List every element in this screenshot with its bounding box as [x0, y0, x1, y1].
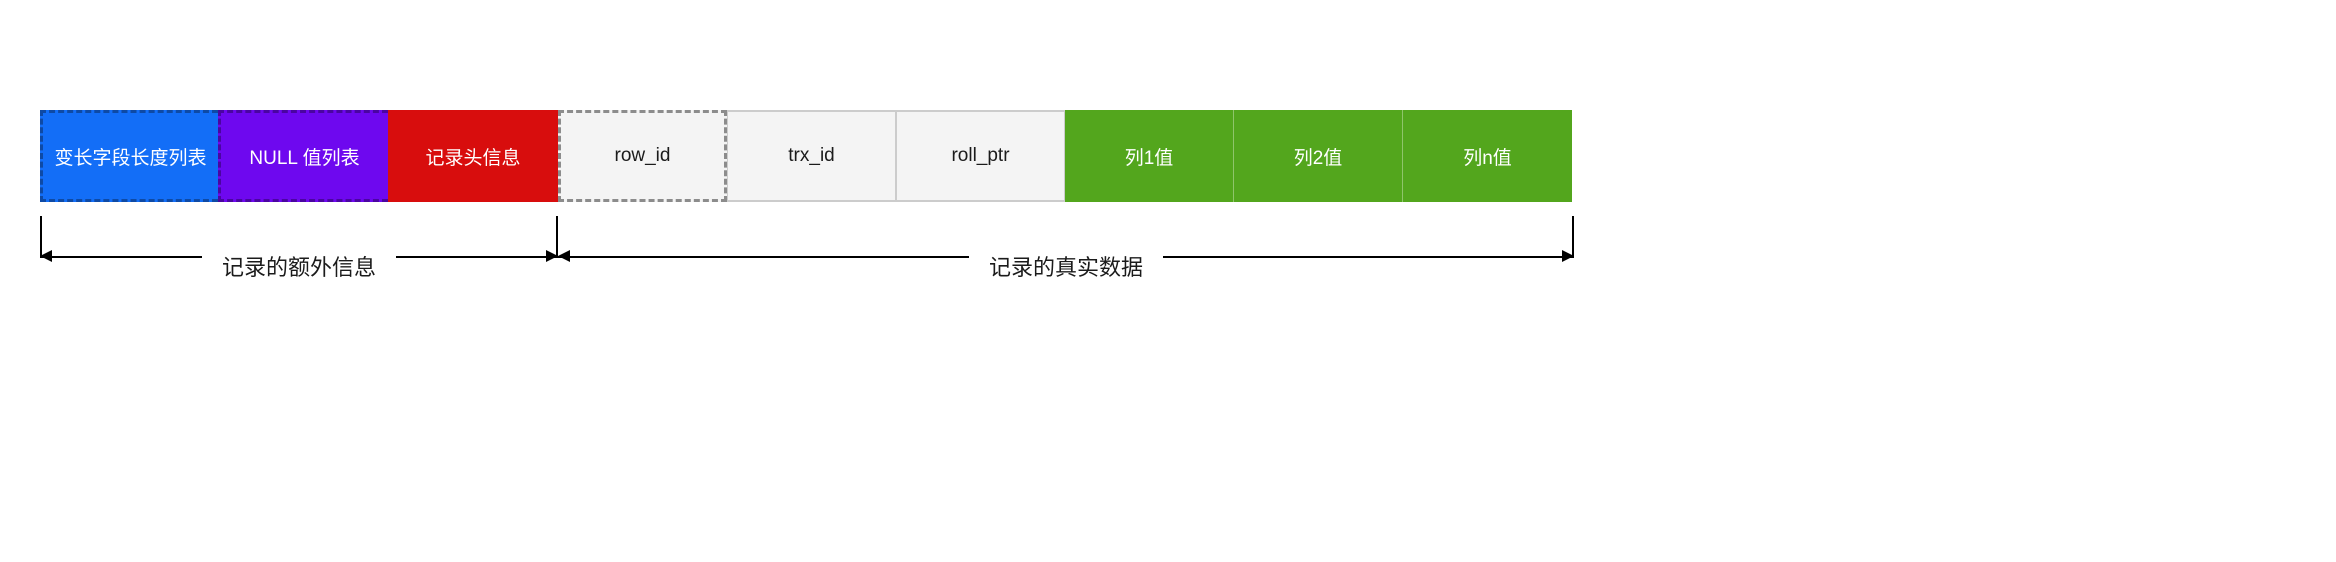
cell-row-id: row_id — [558, 110, 727, 202]
cell-col2: 列2值 — [1234, 110, 1403, 202]
bracket-real-data-label: 记录的真实数据 — [969, 250, 1163, 282]
cell-coln: 列n值 — [1403, 110, 1572, 202]
cell-roll-ptr: roll_ptr — [896, 110, 1065, 202]
cell-col1: 列1值 — [1065, 110, 1234, 202]
cell-trx-id: trx_id — [727, 110, 896, 202]
cell-record-header: 记录头信息 — [388, 110, 558, 202]
bracket-extra-info-label: 记录的额外信息 — [202, 250, 396, 282]
bracket-extra-info: 记录的额外信息 — [40, 216, 558, 256]
record-row: 变长字段长度列表 NULL 值列表 记录头信息 row_id trx_id ro… — [40, 110, 2306, 202]
cell-varlen-list: 变长字段长度列表 — [40, 110, 218, 202]
bracket-real-data: 记录的真实数据 — [558, 216, 1574, 256]
brackets-row: 记录的额外信息 记录的真实数据 — [40, 216, 2306, 256]
cell-null-list: NULL 值列表 — [218, 110, 388, 202]
